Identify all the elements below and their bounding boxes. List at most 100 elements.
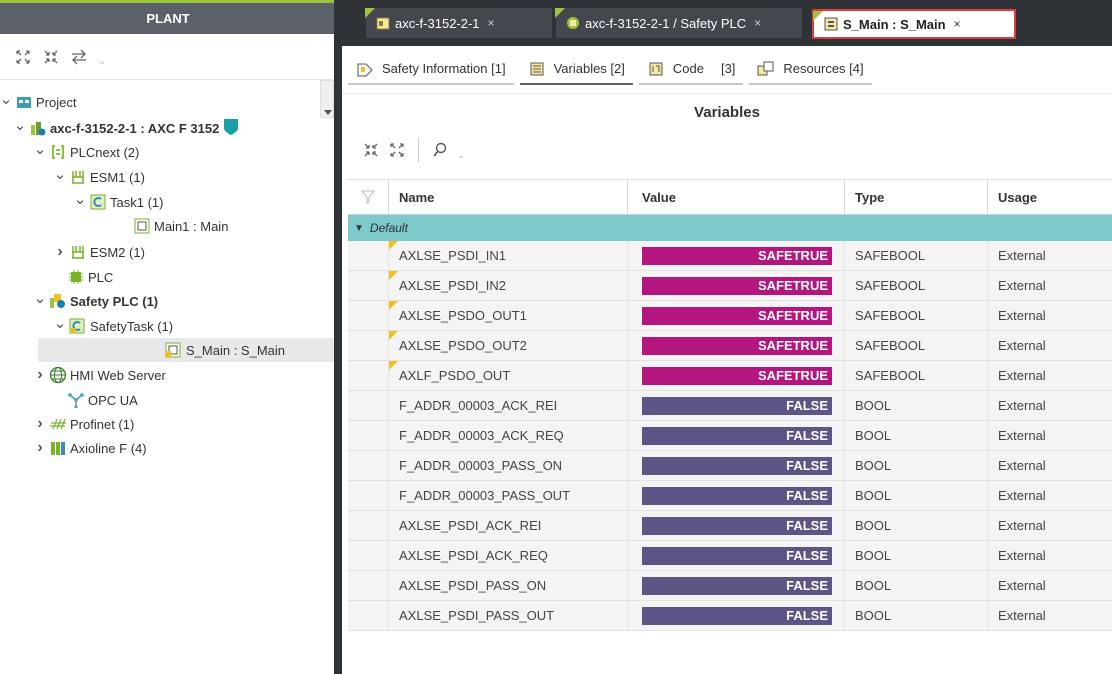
table-row[interactable]: AXLSE_PSDI_IN2 SAFETRUE SAFEBOOL External (348, 271, 1112, 301)
plant-scrollbar[interactable] (320, 80, 334, 118)
variable-name-cell[interactable]: F_ADDR_00003_ACK_REI (389, 391, 628, 420)
tree-item[interactable]: › ESM2 (1) (54, 240, 145, 264)
variable-name-cell[interactable]: F_ADDR_00003_PASS_ON (389, 451, 628, 480)
tree-item[interactable]: OPC UA (52, 388, 138, 412)
variable-usage-cell[interactable]: External (988, 481, 1112, 510)
variable-type-cell[interactable]: SAFEBOOL (845, 331, 988, 360)
tree-item[interactable]: ⌄ Safety PLC (1) (34, 289, 158, 313)
table-row[interactable]: AXLSE_PSDO_OUT1 SAFETRUE SAFEBOOL External (348, 301, 1112, 331)
close-icon[interactable]: × (954, 17, 961, 31)
variable-value-cell[interactable]: SAFETRUE (628, 361, 845, 390)
collapse-all-icon[interactable] (362, 141, 380, 159)
variable-name-cell[interactable]: AXLSE_PSDI_IN2 (389, 271, 628, 300)
variable-name-cell[interactable]: AXLSE_PSDI_PASS_OUT (389, 601, 628, 630)
group-row-default[interactable]: ▼ Default (348, 215, 1112, 241)
variable-value-cell[interactable]: SAFETRUE (628, 331, 845, 360)
variable-type-cell[interactable]: BOOL (845, 511, 988, 540)
chevron-right-icon[interactable]: › (34, 439, 46, 457)
search-icon[interactable] (431, 141, 449, 159)
chevron-right-icon[interactable]: › (34, 415, 46, 433)
close-icon[interactable]: × (488, 16, 495, 30)
variable-value-cell[interactable]: SAFETRUE (628, 241, 845, 270)
tree-item[interactable]: › Axioline F (4) (34, 436, 146, 460)
chevron-down-icon[interactable]: ⌄ (0, 90, 12, 108)
variable-usage-cell[interactable]: External (988, 571, 1112, 600)
column-header-value[interactable]: Value (628, 180, 845, 214)
search-dropdown-icon[interactable]: ⌄ (457, 150, 465, 161)
variable-value-cell[interactable]: SAFETRUE (628, 271, 845, 300)
tree-item[interactable]: S_Main : S_Main (38, 338, 334, 362)
variable-usage-cell[interactable]: External (988, 241, 1112, 270)
variable-value-cell[interactable]: FALSE (628, 571, 845, 600)
variable-name-cell[interactable]: AXLSE_PSDI_ACK_REQ (389, 541, 628, 570)
variable-type-cell[interactable]: BOOL (845, 481, 988, 510)
variable-type-cell[interactable]: BOOL (845, 601, 988, 630)
variable-usage-cell[interactable]: External (988, 601, 1112, 630)
variable-value-cell[interactable]: FALSE (628, 391, 845, 420)
subtab-code[interactable]: Code [3] (638, 55, 744, 85)
variable-name-cell[interactable]: F_ADDR_00003_PASS_OUT (389, 481, 628, 510)
column-header-type[interactable]: Type (845, 180, 988, 214)
table-row[interactable]: AXLF_PSDO_OUT SAFETRUE SAFEBOOL External (348, 361, 1112, 391)
chevron-right-icon[interactable]: › (34, 366, 46, 384)
variable-usage-cell[interactable]: External (988, 391, 1112, 420)
filter-icon[interactable] (348, 180, 389, 214)
variable-name-cell[interactable]: AXLF_PSDO_OUT (389, 361, 628, 390)
variable-type-cell[interactable]: SAFEBOOL (845, 271, 988, 300)
subtab-resources[interactable]: Resources [4] (749, 55, 872, 85)
variable-usage-cell[interactable]: External (988, 511, 1112, 540)
tree-item[interactable]: › Profinet (1) (34, 412, 134, 436)
variable-value-cell[interactable]: FALSE (628, 601, 845, 630)
subtab-variables[interactable]: Variables [2] (519, 55, 633, 85)
variable-usage-cell[interactable]: External (988, 451, 1112, 480)
variable-usage-cell[interactable]: External (988, 421, 1112, 450)
chevron-down-icon[interactable]: ⌄ (54, 165, 67, 183)
variable-usage-cell[interactable]: External (988, 361, 1112, 390)
table-row[interactable]: AXLSE_PSDI_IN1 SAFETRUE SAFEBOOL External (348, 241, 1112, 271)
variable-type-cell[interactable]: BOOL (845, 421, 988, 450)
collapse-all-icon[interactable] (42, 48, 60, 66)
tree-item[interactable]: ⌄ SafetyTask (1) (54, 314, 173, 338)
tree-item[interactable]: Main1 : Main (118, 214, 228, 238)
chevron-right-icon[interactable]: › (54, 243, 66, 261)
variable-value-cell[interactable]: FALSE (628, 481, 845, 510)
chevron-down-icon[interactable]: ⌄ (14, 116, 27, 134)
variable-name-cell[interactable]: AXLSE_PSDO_OUT2 (389, 331, 628, 360)
table-row[interactable]: AXLSE_PSDI_PASS_OUT FALSE BOOL External (348, 601, 1112, 631)
tab-s-main[interactable]: S_Main : S_Main × (812, 9, 1016, 39)
tree-item[interactable]: ⌄ axc-f-3152-2-1 : AXC F 3152 (14, 116, 239, 140)
chevron-down-icon[interactable]: ⌄ (34, 140, 47, 158)
table-row[interactable]: F_ADDR_00003_PASS_ON FALSE BOOL External (348, 451, 1112, 481)
tree-item[interactable]: ⌄ Project (0, 90, 76, 114)
chevron-down-icon[interactable]: ⌄ (74, 190, 87, 208)
tree-item[interactable]: › HMI Web Server (34, 363, 166, 387)
expand-all-icon[interactable] (14, 48, 32, 66)
chevron-down-icon[interactable]: ⌄ (54, 314, 67, 332)
tree-item[interactable]: ⌄ ESM1 (1) (54, 165, 145, 189)
table-row[interactable]: F_ADDR_00003_ACK_REQ FALSE BOOL External (348, 421, 1112, 451)
variable-usage-cell[interactable]: External (988, 271, 1112, 300)
variable-type-cell[interactable]: BOOL (845, 541, 988, 570)
subtab-safety-information[interactable]: Safety Information [1] (348, 55, 514, 85)
tree-item[interactable]: ⌄ Task1 (1) (74, 190, 163, 214)
variable-value-cell[interactable]: FALSE (628, 451, 845, 480)
table-row[interactable]: F_ADDR_00003_ACK_REI FALSE BOOL External (348, 391, 1112, 421)
variable-name-cell[interactable]: AXLSE_PSDI_PASS_ON (389, 571, 628, 600)
table-row[interactable]: AXLSE_PSDI_ACK_REQ FALSE BOOL External (348, 541, 1112, 571)
variable-type-cell[interactable]: BOOL (845, 451, 988, 480)
close-icon[interactable]: × (754, 16, 761, 30)
variable-name-cell[interactable]: AXLSE_PSDI_IN1 (389, 241, 628, 270)
expand-all-icon[interactable] (388, 141, 406, 159)
tree-item[interactable]: PLC (52, 265, 113, 289)
variable-type-cell[interactable]: SAFEBOOL (845, 301, 988, 330)
tab-controller[interactable]: axc-f-3152-2-1 × (365, 8, 552, 38)
column-header-usage[interactable]: Usage (988, 180, 1112, 214)
variable-value-cell[interactable]: FALSE (628, 421, 845, 450)
variable-usage-cell[interactable]: External (988, 331, 1112, 360)
variable-name-cell[interactable]: F_ADDR_00003_ACK_REQ (389, 421, 628, 450)
variable-name-cell[interactable]: AXLSE_PSDI_ACK_REI (389, 511, 628, 540)
toolbar-dropdown-icon[interactable]: ⌄ (98, 56, 106, 67)
tab-safety-plc[interactable]: axc-f-3152-2-1 / Safety PLC × (555, 8, 802, 38)
table-row[interactable]: F_ADDR_00003_PASS_OUT FALSE BOOL External (348, 481, 1112, 511)
panel-splitter[interactable] (334, 0, 342, 674)
